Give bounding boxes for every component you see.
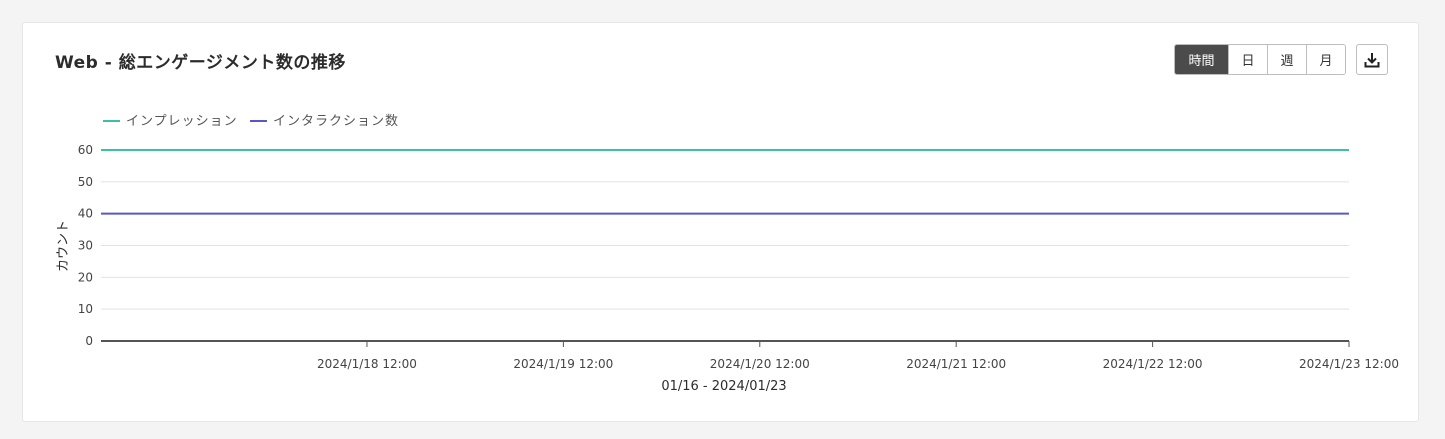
x-tick-label: 2024/1/20 12:00 xyxy=(710,357,810,371)
x-tick-label: 2024/1/19 12:00 xyxy=(513,357,613,371)
engagement-chart: インプレッション インタラクション数 0 10 20 30 40 50 60 2024/1/… xyxy=(56,114,1399,394)
y-tick-label: 30 xyxy=(78,239,93,253)
legend-label-interactions: インタラクション数 xyxy=(273,114,399,129)
x-tick-label: 2024/1/23 12:00 xyxy=(1299,357,1399,371)
x-axis-title: 01/16 - 2024/01/23 xyxy=(661,379,786,394)
y-tick-label: 20 xyxy=(78,270,93,284)
y-tick-label: 40 xyxy=(78,207,93,221)
y-tick-label: 60 xyxy=(78,143,93,157)
y-axis: 0 10 20 30 40 50 60 xyxy=(78,143,93,348)
chart-grid xyxy=(101,149,1349,310)
x-tick-label: 2024/1/18 12:00 xyxy=(317,357,417,371)
x-axis: 2024/1/18 12:00 2024/1/19 12:00 2024/1/20 … xyxy=(101,340,1399,371)
x-tick-label: 2024/1/21 12:00 xyxy=(906,357,1006,371)
y-tick-label: 50 xyxy=(78,175,93,189)
y-axis-title: カウント xyxy=(56,220,71,272)
y-tick-label: 0 xyxy=(85,334,93,348)
y-tick-label: 10 xyxy=(78,302,93,316)
legend-label-impressions: インプレッション xyxy=(126,114,238,129)
chart-legend: インプレッション インタラクション数 xyxy=(103,114,399,129)
x-tick-label: 2024/1/22 12:00 xyxy=(1103,357,1203,371)
engagement-card: Web - 総エンゲージメント数の推移 時間 日 週 月 インプレッション イン… xyxy=(22,22,1419,422)
